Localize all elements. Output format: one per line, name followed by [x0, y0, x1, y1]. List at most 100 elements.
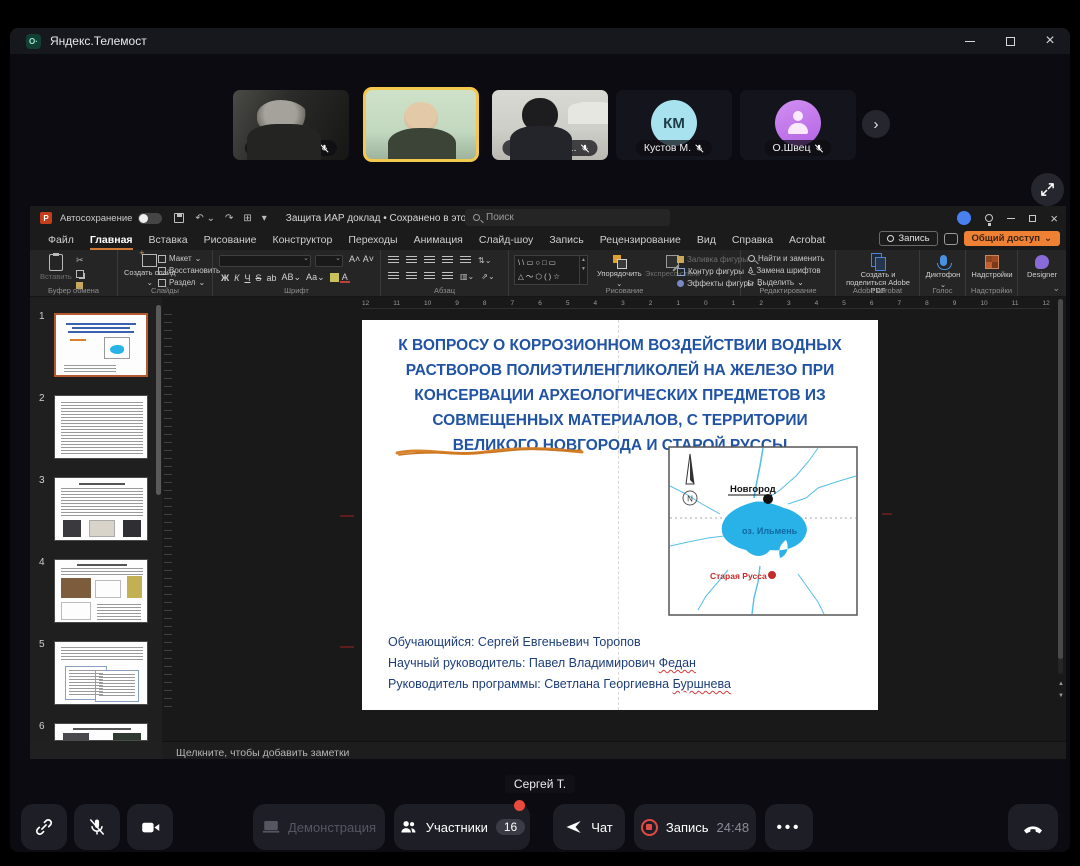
slide-editing-area[interactable]: К ВОПРОСУ О КОРРОЗИОННОМ ВОЗДЕЙСТВИИ ВОД… [362, 320, 878, 710]
participant-tile-active[interactable]: Сергей Т. [363, 87, 479, 162]
recording-button[interactable]: Запись 24:48 [634, 804, 756, 850]
participant-tile[interactable]: О.Швец [740, 90, 856, 160]
comments-icon[interactable] [944, 233, 958, 245]
share-button[interactable]: Общий доступ ⌄ [964, 231, 1060, 246]
ribbon-tab-переходы[interactable]: Переходы [340, 231, 405, 249]
font-name-combo[interactable] [219, 255, 311, 267]
next-participants-button[interactable]: › [862, 110, 890, 138]
ribbon-tab-запись[interactable]: Запись [541, 231, 591, 249]
designer-button[interactable]: Designer [1024, 255, 1060, 279]
change-case-button[interactable]: Аа⌄ [304, 272, 327, 283]
ppt-close-button[interactable]: × [1050, 211, 1058, 226]
undo-icon[interactable]: ↶ ⌄ [195, 213, 215, 224]
italic-button[interactable]: К [232, 273, 241, 283]
ribbon-tab-файл[interactable]: Файл [40, 231, 82, 249]
participant-tile[interactable]: КМ Кустов М. [616, 90, 732, 160]
search-box[interactable]: Поиск [465, 209, 670, 226]
participant-tile[interactable]: Burshneya S. [233, 90, 349, 160]
slide-title[interactable]: К ВОПРОСУ О КОРРОЗИОННОМ ВОЗДЕЙСТВИИ ВОД… [388, 333, 852, 458]
grow-font-button[interactable]: А˄ А˅ [347, 254, 376, 264]
font-size-combo[interactable] [315, 255, 343, 267]
novgorod-map-image[interactable]: N Новгород оз. Ильмень Старая Русса [668, 446, 858, 616]
align-left-icon[interactable] [388, 272, 399, 281]
hang-up-button[interactable] [1008, 804, 1058, 850]
ribbon-tab-рисование[interactable]: Рисование [196, 231, 265, 249]
participants-button[interactable]: Участники 16 [394, 804, 530, 850]
strikethrough-button[interactable]: S [253, 273, 263, 283]
participant-tile[interactable]: Айдын Урбу... [492, 90, 608, 160]
align-center-icon[interactable] [406, 272, 417, 281]
slide-scrollbar[interactable]: ▲ ▼ [1057, 299, 1064, 709]
redo-icon[interactable]: ↷ [225, 213, 233, 224]
ribbon-tab-рецензирование[interactable]: Рецензирование [592, 231, 689, 249]
find-replace-button[interactable]: Найти и заменить [748, 254, 825, 263]
previous-slide-icon[interactable]: ▲ [1057, 681, 1065, 687]
decrease-indent-icon[interactable] [424, 256, 435, 265]
collapse-ribbon-icon[interactable]: ⌄ [1052, 283, 1060, 294]
close-button[interactable]: × [1030, 28, 1070, 54]
slide-credits[interactable]: Обучающийся: Сергей Евгеньевич Торопов Н… [388, 632, 731, 695]
replace-fonts-button[interactable]: А̲Замена шрифтов [748, 266, 825, 275]
cut-icon[interactable]: ✂ [76, 255, 84, 266]
slide-thumbnail-5[interactable] [54, 641, 148, 705]
camera-button[interactable] [127, 804, 173, 850]
copy-icon[interactable] [76, 270, 84, 278]
font-color-button[interactable]: А [340, 273, 350, 283]
underline-button[interactable]: Ч [242, 273, 252, 283]
start-slideshow-icon[interactable]: ⊞ [243, 213, 251, 224]
numbering-icon[interactable] [406, 256, 417, 265]
orange-squiggle-line[interactable] [395, 444, 585, 460]
horizontal-ruler[interactable]: 1211109876543210123456789101112 [362, 299, 1050, 309]
shapes-gallery-scrollbar[interactable]: ▲▼ [579, 256, 587, 284]
ribbon-tab-вид[interactable]: Вид [689, 231, 724, 249]
columns-icon[interactable]: ▥⌄ [460, 272, 474, 281]
ppt-restore-button[interactable] [1029, 215, 1036, 222]
chat-button[interactable]: Чат [553, 804, 625, 850]
maximize-button[interactable] [990, 28, 1030, 54]
ribbon-tab-конструктор[interactable]: Конструктор [264, 231, 340, 249]
addins-button[interactable]: Надстройки [972, 255, 1012, 279]
customize-qat-icon[interactable]: ▾ [262, 213, 267, 224]
reset-button[interactable]: Восстановить [158, 266, 220, 275]
slide-thumbnail-4[interactable] [54, 559, 148, 623]
record-presentation-button[interactable]: Запись [879, 231, 937, 246]
align-right-icon[interactable] [424, 272, 435, 281]
line-spacing-icon[interactable] [460, 256, 471, 265]
smartart-icon[interactable]: ⇗⌄ [481, 272, 494, 281]
bold-button[interactable]: Ж [219, 273, 231, 283]
more-options-button[interactable]: ••• [765, 804, 813, 850]
notes-area[interactable]: Щелкните, чтобы добавить заметки [162, 741, 1066, 759]
char-spacing-button[interactable]: АВ⌄ [279, 272, 303, 283]
layout-button[interactable]: Макет ⌄ [158, 254, 220, 263]
text-shadow-button[interactable]: ab [264, 273, 278, 283]
save-icon[interactable] [174, 213, 184, 223]
ribbon-tab-справка[interactable]: Справка [724, 231, 781, 249]
text-direction-icon[interactable]: ⇅⌄ [478, 256, 491, 265]
paste-button[interactable]: Вставить [40, 254, 72, 281]
microphone-button[interactable] [74, 804, 120, 850]
ribbon-tab-вставка[interactable]: Вставка [141, 231, 196, 249]
highlight-color-icon[interactable] [330, 273, 339, 282]
thumbnails-scrollbar[interactable] [156, 305, 161, 495]
increase-indent-icon[interactable] [442, 256, 453, 265]
ribbon-tab-acrobat[interactable]: Acrobat [781, 231, 833, 249]
autosave-toggle[interactable] [138, 213, 162, 224]
ppt-minimize-button[interactable] [1007, 218, 1015, 219]
account-avatar[interactable] [957, 211, 971, 225]
vertical-ruler[interactable] [164, 314, 172, 714]
slide-thumbnail-2[interactable] [54, 395, 148, 459]
copy-link-button[interactable] [21, 804, 67, 850]
minimize-button[interactable] [950, 28, 990, 54]
next-slide-icon[interactable]: ▼ [1057, 693, 1065, 699]
ribbon-tab-главная[interactable]: Главная [82, 231, 141, 249]
share-screen-button[interactable]: Демонстрация [253, 804, 385, 850]
shapes-gallery[interactable]: \ \ ▭ ○ □ ▭ △ 〜 ⬡ ( ) ☆ ▲▼ [514, 255, 588, 285]
slide-thumbnail-6[interactable] [54, 723, 148, 741]
slide-thumbnail-1[interactable] [54, 313, 148, 377]
justify-icon[interactable] [442, 272, 453, 281]
expand-screen-button[interactable] [1031, 173, 1064, 206]
arrange-button[interactable]: Упорядочить⌄ [597, 255, 642, 288]
dictaphone-button[interactable]: Диктофон⌄ [925, 255, 961, 289]
bullets-icon[interactable] [388, 256, 399, 265]
ribbon-tab-анимация[interactable]: Анимация [406, 231, 471, 249]
